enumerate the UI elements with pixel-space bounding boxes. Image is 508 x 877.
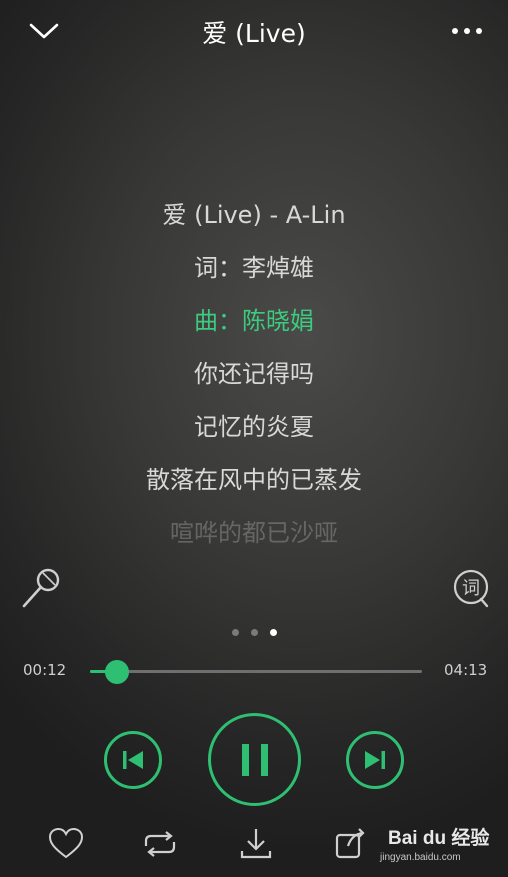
microphone-icon[interactable] — [18, 565, 64, 613]
lyric-line: 你还记得吗 — [194, 360, 314, 388]
lyric-line: 记忆的炎夏 — [194, 413, 314, 441]
lyric-line: 散落在风中的已蒸发 — [146, 466, 362, 494]
lyric-line: 词：李焯雄 — [194, 254, 314, 282]
lyric-badge: 词 — [462, 578, 480, 599]
lyrics-panel[interactable]: 爱 (Live) - A-Lin 词：李焯雄 曲：陈晓娟 你还记得吗 记忆的炎夏… — [0, 195, 508, 566]
pause-button[interactable] — [208, 713, 301, 806]
next-button[interactable] — [346, 731, 404, 789]
more-dots-icon[interactable] — [448, 22, 488, 40]
pause-icon — [241, 743, 268, 776]
current-time: 00:12 — [23, 661, 67, 679]
page-dot[interactable] — [250, 629, 258, 636]
lyric-line: 喧哗的都已沙哑 — [170, 519, 338, 547]
previous-button[interactable] — [104, 731, 162, 789]
lyric-line: 爱 (Live) - A-Lin — [162, 201, 346, 229]
next-icon — [365, 751, 385, 769]
progress-track[interactable] — [90, 670, 422, 673]
lyric-line-active: 曲：陈晓娟 — [194, 307, 314, 335]
watermark-url: jingyan.baidu.com — [380, 852, 461, 863]
previous-icon — [123, 751, 143, 769]
page-dot[interactable] — [231, 629, 239, 636]
progress-thumb[interactable] — [105, 660, 129, 684]
lyric-toggle-icon[interactable]: 词 — [450, 566, 492, 610]
repeat-icon[interactable] — [140, 824, 180, 864]
page-indicator — [0, 629, 508, 636]
total-time: 04:13 — [444, 661, 488, 679]
share-icon[interactable] — [330, 824, 370, 864]
download-icon[interactable] — [236, 824, 276, 864]
heart-icon[interactable] — [46, 824, 86, 864]
watermark-brand: Bai du 经验 — [388, 826, 490, 849]
page-dot-active[interactable] — [269, 629, 277, 636]
song-title: 爱 (Live) — [202, 19, 306, 48]
